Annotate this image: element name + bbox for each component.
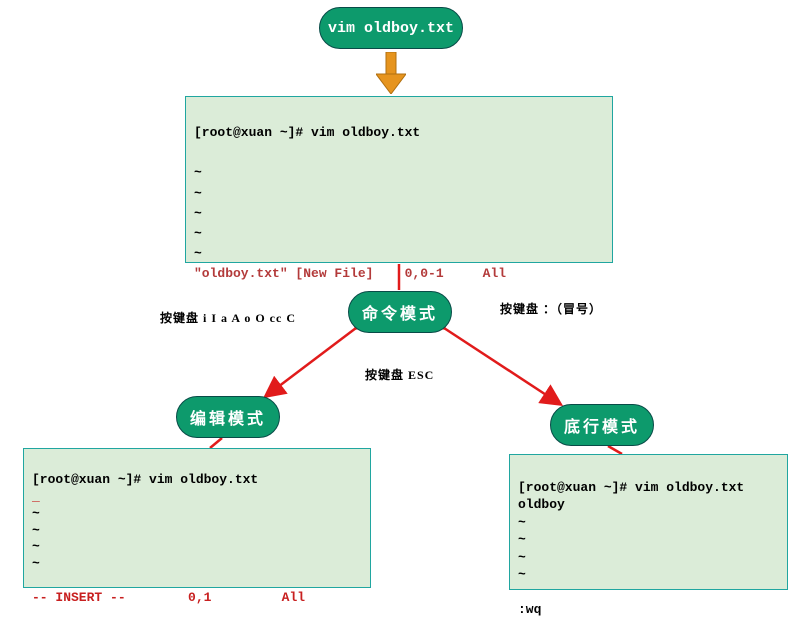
command-mode-pill: 命令模式 [348, 291, 452, 333]
terminal-lastline-mode: [root@xuan ~]# vim oldboy.txt oldboy ~ ~… [509, 454, 788, 590]
tilde: ~ [518, 550, 526, 565]
label-enter-lastline: 按键盘 ：（冒号） [500, 300, 602, 317]
status-line: -- INSERT -- 0,1 All [32, 590, 305, 605]
content-line: oldboy [518, 497, 565, 512]
tilde: ~ [518, 567, 526, 582]
prompt-line: [root@xuan ~]# vim oldboy.txt [194, 125, 420, 140]
edit-mode-pill: 编辑模式 [176, 396, 280, 438]
ex-command: :wq [518, 602, 541, 617]
tilde: ~ [194, 226, 202, 241]
label-esc: 按键盘 ESC [365, 366, 434, 383]
prompt-line: [root@xuan ~]# vim oldboy.txt [32, 472, 258, 487]
tilde: ~ [194, 206, 202, 221]
terminal-normal-mode: [root@xuan ~]# vim oldboy.txt ~ ~ ~ ~ ~ … [185, 96, 613, 263]
tilde: ~ [518, 515, 526, 530]
tilde: ~ [194, 186, 202, 201]
terminal-insert-mode: [root@xuan ~]# vim oldboy.txt _ ~ ~ ~ ~ … [23, 448, 371, 588]
tilde: ~ [518, 532, 526, 547]
tilde: ~ [32, 556, 40, 571]
lastline-mode-pill: 底行模式 [550, 404, 654, 446]
tilde: ~ [194, 165, 202, 180]
label-enter-edit: 按键盘 i I a A o O cc C [160, 309, 296, 326]
tilde: ~ [194, 246, 202, 261]
vim-command-pill: vim oldboy.txt [319, 7, 463, 49]
tilde: ~ [32, 523, 40, 538]
arrow-down-icon [376, 52, 406, 94]
cursor-line: _ [32, 489, 40, 504]
prompt-line: [root@xuan ~]# vim oldboy.txt [518, 480, 744, 495]
status-line: "oldboy.txt" [New File] 0,0-1 All [194, 266, 506, 281]
tilde: ~ [32, 506, 40, 521]
tilde: ~ [32, 539, 40, 554]
